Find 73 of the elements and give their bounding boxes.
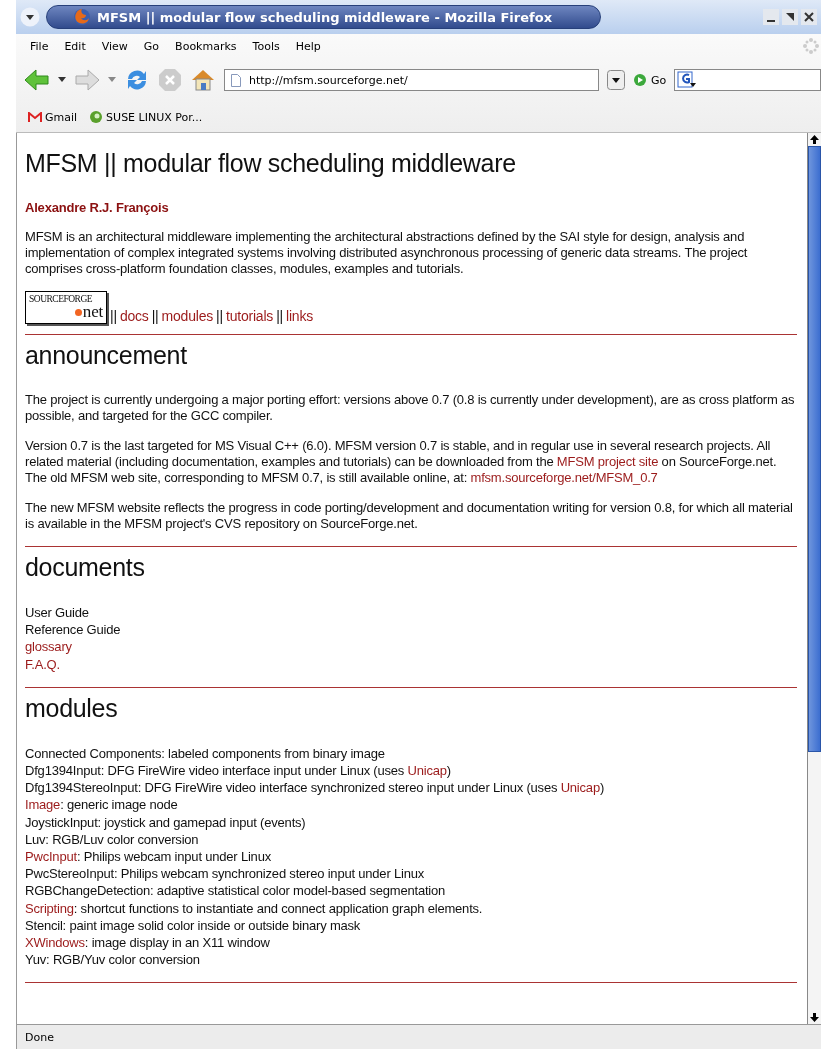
bookmark-item[interactable]: Gmail [28, 110, 78, 124]
author-link[interactable]: Alexandre R.J. François [25, 200, 797, 215]
separator: || [151, 308, 159, 324]
go-icon [633, 73, 647, 87]
separator: || [216, 308, 223, 324]
list-line: PwcStereoInput: Philips webcam synchronized stereo input under Linux [25, 865, 425, 883]
list-line: Yuv: RGB/Yuv color conversion [25, 951, 200, 969]
list-line: Reference Guide [25, 621, 121, 639]
search-engine-icon[interactable] [677, 71, 698, 89]
section-heading: documents [25, 553, 146, 582]
page-title: MFSM || modular flow scheduling middleware [25, 149, 517, 178]
intro-paragraph: MFSM is an architectural middleware implementing the architectural abstractions defined by the SAI style for design, analysis and implementation of complex integrated systems involving distributed asynchronous processing of generic data streams. The project comprises cross-platform foundation classes, modules, examples and tutorials. [25, 229, 749, 277]
address-field[interactable]: http://mfsm.sourceforge.net/ [224, 69, 599, 91]
list-line: RGBChangeDetection: adaptive statistical color model-based segmentation [25, 882, 446, 900]
nav-link[interactable]: modules [161, 308, 214, 324]
scrollbar-thumb[interactable] [808, 146, 821, 752]
paragraph: Version 0.7 is the last targeted for MS Visual C++ (6.0). MFSM version 0.7 is stable, and in regular use in several research projects. All related material (including documentation, examples and tutorials) can be downloaded from the MFSM project site on SourceForge.net. The old MFSM web site, corresponding to MFSM 0.7, is still available online, at: mfsm.sourceforge.net/MFSM_0.7 [25, 438, 778, 486]
separator: || [110, 308, 117, 324]
window-menu-button[interactable] [20, 7, 40, 27]
menu-item[interactable]: Tools [244, 39, 288, 53]
text-link[interactable]: PwcInput [25, 849, 77, 865]
text-link[interactable]: Unicap [560, 780, 600, 796]
throbber-icon [803, 38, 819, 54]
text-link[interactable]: Scripting [25, 900, 74, 916]
nav-link[interactable]: tutorials [225, 308, 274, 324]
text-link[interactable]: Unicap [407, 763, 447, 778]
list-line: PwcInput: Philips webcam input under Linux [25, 848, 271, 866]
paragraph: The new MFSM website reflects the progress in code porting/development and documentation writing for version 0.8, for which all material is available in the MFSM project's CVS repository on SourceForge.net. [25, 500, 794, 532]
list-line: Stencil: paint image solid color inside or outside binary mask [25, 916, 361, 935]
list-line: JoystickInput: joystick and gamepad input (events) [25, 813, 306, 831]
nav-link[interactable]: links [286, 308, 314, 324]
page-icon [231, 73, 241, 87]
list-line: User Guide [25, 604, 89, 622]
window-title: MFSM || modular flow scheduling middleware - Mozilla Firefox [97, 9, 553, 25]
separator: || [276, 308, 284, 324]
list-line: XWindows: image display in an X11 window [25, 934, 270, 952]
envelope-icon [28, 111, 42, 123]
list-line: Image: generic image node [25, 796, 178, 814]
scroll-up-button[interactable] [808, 133, 821, 146]
menu-item[interactable]: Edit [56, 39, 94, 53]
bookmark-item[interactable]: SUSE LINUX Por... [89, 110, 203, 124]
nav-link[interactable]: docs [119, 308, 149, 324]
minimize-button[interactable] [763, 9, 779, 25]
firefox-icon [73, 8, 91, 26]
list-line: Scripting: shortcut functions to instantiate and connect application graph elements. [25, 899, 483, 917]
maximize-button[interactable] [782, 9, 798, 25]
caret-icon[interactable] [58, 77, 66, 83]
search-field[interactable] [674, 69, 821, 91]
history-dropdown-button[interactable] [607, 70, 625, 90]
status-bar: Done [16, 1024, 821, 1049]
section-heading: modules [25, 693, 119, 723]
list-line: Dfg1394Input: DFG FireWire video interface input under Linux (uses Unicap) [25, 762, 451, 780]
menu-item[interactable]: Help [287, 39, 329, 53]
text-link[interactable]: MFSM project site [556, 454, 659, 469]
text-link[interactable]: mfsm.sourceforge.net/MFSM_0.7 [470, 470, 658, 485]
home-icon[interactable] [190, 67, 216, 93]
menu-item[interactable]: Bookmarks [167, 39, 245, 53]
section-heading: announcement [25, 341, 188, 370]
text-link[interactable]: XWindows [25, 935, 85, 951]
list-line: Connected Components: labeled components from binary image [25, 744, 385, 762]
back-arrow-icon[interactable] [24, 68, 50, 92]
list-link[interactable]: glossary [25, 638, 72, 656]
menu-item[interactable]: Go [135, 39, 168, 53]
menu-item[interactable]: File [22, 39, 57, 53]
menu-item[interactable]: View [93, 39, 136, 53]
list-line: Dfg1394StereoInput: DFG FireWire video interface synchronized stereo input under Linux (uses Unicap) [25, 779, 605, 797]
list-link[interactable]: F.A.Q. [25, 655, 60, 673]
go-button[interactable]: Go [633, 73, 667, 87]
scroll-down-button[interactable] [808, 1011, 821, 1024]
close-button[interactable] [801, 9, 817, 25]
list-line: Luv: RGB/Luv color conversion [25, 830, 199, 849]
sourceforge-logo[interactable]: SOURCEFORGE net [25, 291, 107, 324]
paragraph: The project is currently undergoing a major porting effort: versions above 0.7 (0.8 is currently under development), are as cross platform as possible, and targeted for the GCC compiler. [25, 392, 796, 424]
